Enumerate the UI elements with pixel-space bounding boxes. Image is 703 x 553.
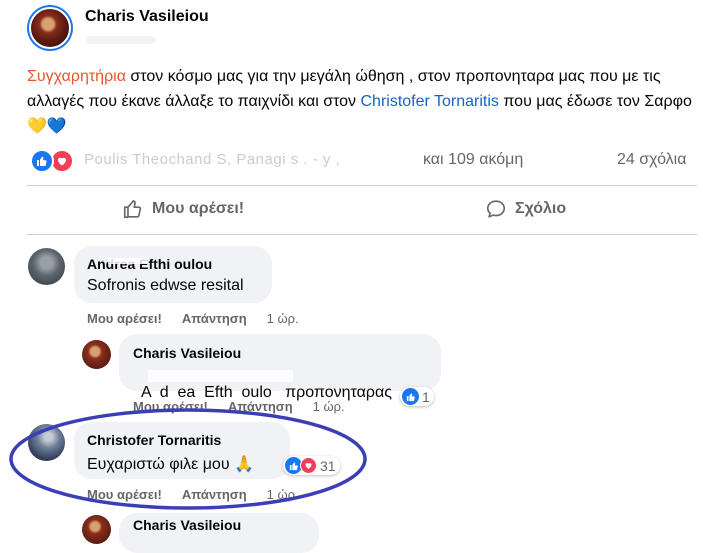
commenter-avatar[interactable] [82, 515, 111, 544]
reacted-names-redacted[interactable]: Poulis Theochand S, Panagi s . - y , [84, 151, 340, 168]
comment-like-link[interactable]: Μου αρέσει! [87, 311, 162, 326]
comment-reply-link[interactable]: Απάντηση [182, 311, 247, 326]
heart-emoji: 💛💙 [27, 118, 67, 135]
comment-count[interactable]: 24 σχόλια [617, 151, 686, 169]
comment-reaction-badge[interactable]: 1 [400, 387, 434, 406]
comment-text: Ευχαριστώ φιλε μου 🙏 [87, 454, 254, 474]
like-reaction-icon [402, 388, 419, 405]
comment-text: Sofronis edwse resital [87, 277, 244, 294]
post-meta-redacted [86, 36, 156, 44]
comment-button-label: Σχόλιο [515, 200, 567, 217]
comment-text-body: Ευχαριστώ φιλε μου [87, 456, 235, 473]
commenter-avatar[interactable] [28, 424, 65, 461]
post-highlight-word: Συγχαρητήρια [27, 68, 126, 85]
comment-reply-link[interactable]: Απάντηση [182, 487, 247, 502]
post-text-part2: που μας έδωσε τον Σαρφο [498, 93, 692, 110]
thumbs-up-icon [123, 199, 142, 219]
post-text: Συγχαρητήρια στον κόσμο μας για την μεγά… [27, 64, 697, 139]
comment-actions: Μου αρέσει! Απάντηση 1 ώρ. [87, 311, 299, 326]
post-author-avatar[interactable] [27, 5, 73, 51]
comment-actions: Μου αρέσει! Απάντηση 1 ώρ. [133, 399, 345, 414]
reaction-count: 1 [422, 388, 430, 405]
comment-time[interactable]: 1 ώρ. [313, 399, 345, 414]
post-author-name[interactable]: Charis Vasileiou [85, 8, 209, 26]
divider [27, 185, 697, 186]
comment-actions: Μου αρέσει! Απάντηση 1 ώρ. [87, 487, 299, 502]
redaction-overlay [108, 258, 148, 264]
comment-button[interactable]: Σχόλιο [485, 198, 566, 220]
comment-author[interactable]: Charis Vasileiou [133, 517, 241, 533]
comment-like-link[interactable]: Μου αρέσει! [133, 399, 208, 414]
pray-emoji: 🙏 [234, 456, 254, 473]
comment-reply-link[interactable]: Απάντηση [228, 399, 293, 414]
like-button-label: Μου αρέσει! [152, 200, 245, 217]
reaction-count: 31 [320, 457, 336, 474]
comment-time[interactable]: 1 ώρ. [267, 487, 299, 502]
comment-bubble-icon [486, 200, 506, 218]
comment-reaction-badge[interactable]: 31 [283, 456, 340, 475]
comment-author[interactable]: Charis Vasileiou [133, 345, 241, 361]
post-mention-link[interactable]: Christofer Tornaritis [361, 93, 499, 110]
comment-author[interactable]: Andrea Efthi oulou [87, 256, 212, 272]
commenter-avatar[interactable] [82, 340, 111, 369]
like-button[interactable]: Μου αρέσει! [122, 198, 244, 220]
divider [27, 234, 697, 235]
comment-author[interactable]: Christofer Tornaritis [87, 432, 221, 448]
reacted-more-count[interactable]: και 109 ακόμη [423, 151, 523, 169]
comment-time[interactable]: 1 ώρ. [267, 311, 299, 326]
comment-like-link[interactable]: Μου αρέσει! [87, 487, 162, 502]
redaction-overlay [148, 370, 293, 382]
love-reaction-icon [300, 457, 317, 474]
like-reaction-icon[interactable] [30, 149, 54, 173]
commenter-avatar[interactable] [28, 248, 65, 285]
